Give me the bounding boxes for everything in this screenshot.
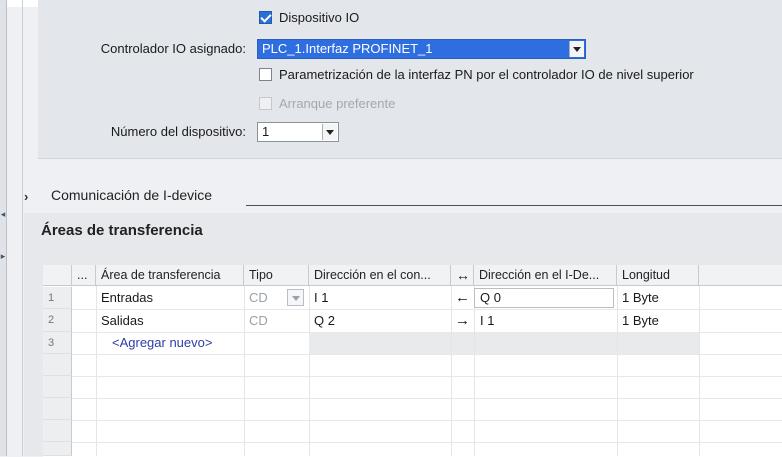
- transfer-areas-title: Áreas de transferencia: [41, 222, 203, 239]
- grid-hline: [72, 420, 782, 421]
- left-splitter[interactable]: [0, 0, 7, 456]
- param-interface-label: Parametrización de la interfaz PN por el…: [279, 67, 694, 82]
- chevron-down-icon[interactable]: [322, 124, 337, 140]
- section-divider: [246, 205, 782, 206]
- row1-tipo[interactable]: CD: [249, 287, 268, 309]
- io-device-label: Dispositivo IO: [279, 10, 360, 25]
- grid-vline: [451, 286, 452, 456]
- col-header-area[interactable]: Área de transferencia: [96, 265, 244, 286]
- grid-hline: [72, 354, 782, 355]
- grid-vline: [617, 286, 618, 456]
- row2-area[interactable]: Salidas: [101, 310, 144, 332]
- col-header-dir-idevice[interactable]: Dirección en el I-De...: [474, 265, 617, 286]
- col-header-dir-controller[interactable]: Dirección en el con...: [309, 265, 451, 286]
- controller-select-value: PLC_1.Interfaz PROFINET_1: [262, 41, 433, 56]
- row-number-empty: [43, 376, 72, 398]
- row1-dir-idevice[interactable]: Q 0: [480, 287, 501, 309]
- device-number-label: Número del dispositivo:: [110, 124, 246, 139]
- left-divider: [22, 0, 23, 456]
- col-header-direction-arrows[interactable]: ↔: [451, 265, 474, 286]
- grid-hline: [72, 309, 782, 310]
- section-title-idevice[interactable]: Comunicación de I-device: [51, 187, 212, 203]
- row3-disabled-cell: [475, 333, 617, 354]
- controller-select[interactable]: PLC_1.Interfaz PROFINET_1: [257, 39, 586, 59]
- grid-vline: [244, 286, 245, 456]
- arrow-right-icon: →: [455, 312, 470, 329]
- grid-hline: [72, 442, 782, 443]
- grid-hline: [72, 398, 782, 399]
- row-number-empty: [43, 398, 72, 420]
- row1-area[interactable]: Entradas: [101, 287, 153, 309]
- row1-dir-controller[interactable]: I 1: [314, 287, 328, 309]
- arrow-left-icon: ←: [455, 289, 470, 306]
- grid-vline: [96, 286, 97, 456]
- row3-disabled-cell: [309, 333, 451, 354]
- priority-startup-label: Arranque preferente: [279, 96, 396, 111]
- transfer-areas-table: [43, 265, 782, 457]
- splitter-left-arrow-icon[interactable]: ◂: [0, 208, 6, 220]
- controller-label: Controlador IO asignado:: [100, 41, 246, 56]
- add-new-row-link[interactable]: <Agregar nuevo>: [112, 332, 212, 354]
- splitter-right-arrow-icon[interactable]: ▸: [0, 250, 6, 262]
- row-number-empty: [43, 442, 72, 456]
- grid-hline: [72, 376, 782, 377]
- col-header-rownum: [43, 265, 72, 286]
- col-header-longitud[interactable]: Longitud: [617, 265, 699, 286]
- row-number[interactable]: 2: [43, 309, 72, 332]
- row-number[interactable]: 1: [43, 287, 72, 309]
- chevron-down-icon[interactable]: [569, 41, 584, 57]
- row3-disabled-cell: [618, 333, 699, 354]
- row-number[interactable]: 3: [43, 332, 72, 354]
- device-number-select[interactable]: 1: [257, 122, 339, 142]
- param-interface-checkbox[interactable]: [259, 68, 272, 81]
- row3-disabled-cell: [452, 333, 474, 354]
- io-device-checkbox[interactable]: [259, 11, 272, 24]
- row1-longitud[interactable]: 1 Byte: [622, 287, 659, 309]
- device-number-value: 1: [262, 124, 270, 139]
- section-expand-icon[interactable]: ›: [24, 189, 28, 204]
- grid-vline: [474, 286, 475, 456]
- grid-vline: [309, 286, 310, 456]
- col-header-dots[interactable]: ...: [72, 265, 96, 286]
- priority-startup-checkbox: [259, 97, 272, 110]
- row2-tipo[interactable]: CD: [249, 310, 268, 332]
- row2-dir-controller[interactable]: Q 2: [314, 310, 335, 332]
- row-number-empty: [43, 354, 72, 376]
- row-number-empty: [43, 420, 72, 442]
- chevron-down-icon[interactable]: [287, 289, 304, 306]
- row2-longitud[interactable]: 1 Byte: [622, 310, 659, 332]
- row2-dir-idevice[interactable]: I 1: [480, 310, 494, 332]
- col-header-empty: [699, 265, 782, 286]
- col-header-tipo[interactable]: Tipo: [244, 265, 309, 286]
- grid-vline: [699, 286, 700, 456]
